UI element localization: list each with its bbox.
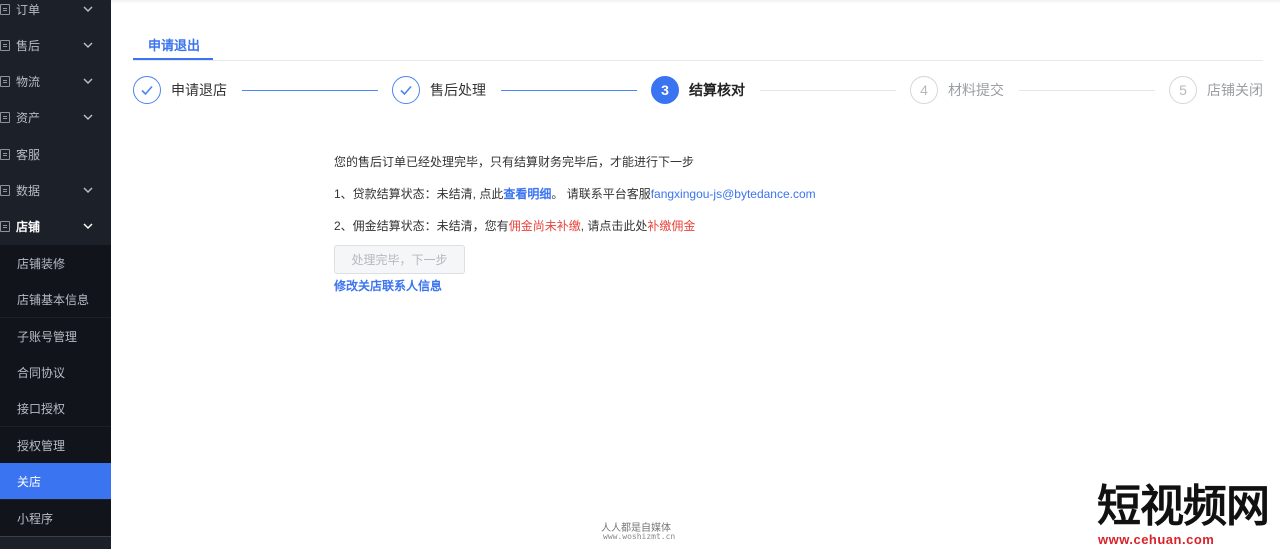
loan-settlement-line: 1、贷款结算状态：未结清, 点此查看明细。 请联系平台客服fangxingou-… [334,185,816,202]
click-here-text: , 请点击此处 [580,219,648,233]
check-icon [392,76,420,104]
chevron-down-icon [83,6,93,13]
next-step-button[interactable]: 处理完毕，下一步 [334,245,465,274]
truck-icon [0,75,10,87]
tab-divider [133,60,1263,61]
chevron-down-icon [83,78,93,85]
step-4: 4 材料提交 [910,76,1004,104]
sidebar-item-shop[interactable]: 店铺 [0,208,111,244]
watermark-logo-url: www.cehuan.com [1098,532,1215,547]
sidebar-subitem-contracts[interactable]: 合同协议 [0,354,111,390]
sidebar-item-data[interactable]: 数据 [0,172,111,208]
sidebar-subitem-decoration[interactable]: 店铺装修 [0,245,111,281]
divider [0,536,111,537]
sidebar-item-orders[interactable]: 订单 [0,0,111,27]
step-3: 3 结算核对 [651,76,745,104]
pay-commission-link[interactable]: 补缴佣金 [647,219,695,233]
step-connector [242,90,378,91]
step-label: 结算核对 [689,82,745,98]
step-label: 售后处理 [430,82,486,98]
sidebar-item-service[interactable]: 客服 [0,136,111,172]
sidebar-item-aftersale[interactable]: 售后 [0,27,111,63]
notice-intro: 您的售后订单已经处理完毕，只有结算财务完毕后，才能进行下一步 [334,155,695,169]
support-email-link[interactable]: fangxingou-js@bytedance.com [651,187,816,201]
watermark-url: www.woshizmt.cn [603,532,676,541]
commission-settlement-line: 2、佣金结算状态：未结清，您有佣金尚未补缴, 请点击此处补缴佣金 [334,217,695,234]
sidebar-subitem-basic-info[interactable]: 店铺基本信息 [0,281,111,317]
step-connector [760,90,896,91]
sidebar-subitem-auth-manage[interactable]: 授权管理 [0,427,111,463]
sidebar-subitem-miniapp[interactable]: 小程序 [0,500,111,536]
loan-status-text: 1、贷款结算状态：未结清, 点此 [334,187,504,201]
watermark-logo: 短视频网 [1097,481,1270,532]
view-details-link[interactable]: 查看明细 [503,187,551,201]
header-shadow [111,0,1280,4]
sidebar-item-logistics[interactable]: 物流 [0,63,111,99]
sidebar-subitem-api-auth[interactable]: 接口授权 [0,390,111,426]
step-number: 4 [910,76,938,104]
chevron-down-icon [83,114,93,121]
chevron-down-icon [83,187,93,194]
step-2: 售后处理 [392,76,486,104]
step-label: 店铺关闭 [1207,82,1263,98]
step-1: 申请退店 [133,76,227,104]
sidebar: 订单 售后 物流 资产 客服 数据 店铺 店铺装修 店铺基本信息 子账号管理 合… [0,0,111,549]
step-5: 5 店铺关闭 [1169,76,1263,104]
step-label: 材料提交 [948,82,1004,98]
step-number: 5 [1169,76,1197,104]
sidebar-subitem-close-shop[interactable]: 关店 [0,463,111,499]
chevron-down-icon [83,223,93,230]
sidebar-item-assets[interactable]: 资产 [0,99,111,135]
bar-chart-icon [0,184,10,196]
document-icon [0,39,10,51]
commission-status-text: 2、佣金结算状态：未结清，您有 [334,219,509,233]
wallet-icon [0,111,10,123]
chat-icon [0,148,10,160]
step-number: 3 [651,76,679,104]
edit-contact-link[interactable]: 修改关店联系人信息 [334,277,442,294]
step-label: 申请退店 [171,82,227,98]
chevron-down-icon [83,42,93,49]
sidebar-subitem-subaccounts[interactable]: 子账号管理 [0,318,111,354]
unpaid-commission-text: 佣金尚未补缴 [508,219,581,233]
check-icon [133,76,161,104]
step-connector [1019,90,1155,91]
step-connector [501,90,637,91]
shop-icon [0,220,10,232]
tab-apply-exit[interactable]: 申请退出 [133,27,213,60]
contact-text: 。 请联系平台客服 [551,187,651,201]
document-icon [0,3,10,15]
